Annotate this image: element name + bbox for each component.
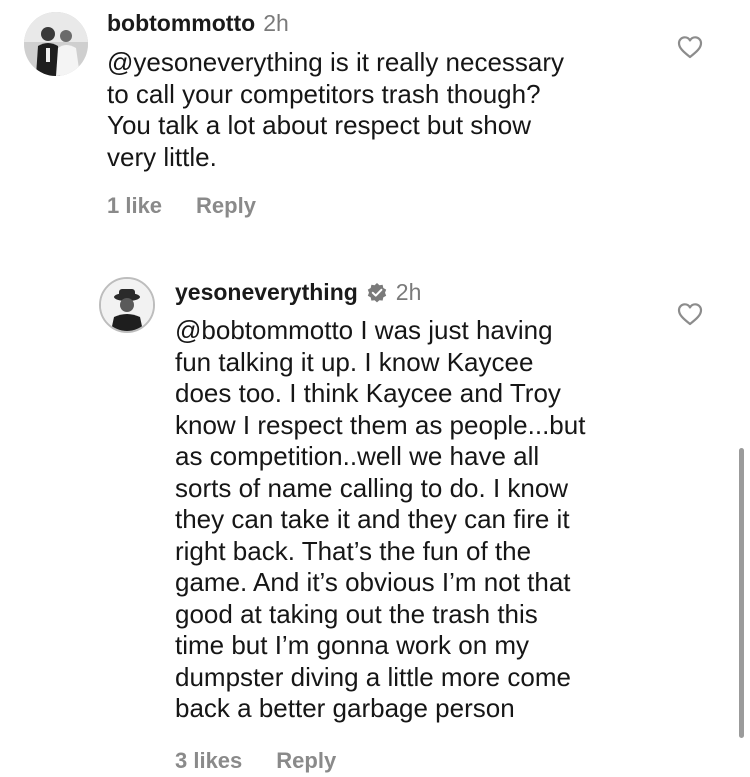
scrollbar[interactable] [739, 448, 744, 738]
comment-line: they can take it and they can fire it [175, 504, 570, 534]
comment-bobtommotto: bobtommotto 2h @yesoneverything is it re… [0, 0, 750, 230]
heart-outline-icon[interactable] [677, 302, 703, 326]
comment-line-text: is it really necessary [322, 47, 565, 77]
username[interactable]: bobtommotto [107, 10, 255, 37]
comment-line: fun talking it up. I know Kaycee [175, 346, 534, 377]
avatar[interactable] [99, 277, 155, 333]
timestamp: 2h [263, 10, 289, 36]
comment-line: does too. I think Kaycee and Troy [175, 378, 561, 408]
likes-count[interactable]: 3 likes [175, 748, 242, 774]
comment-line: back a better garbage person [175, 693, 515, 723]
comment-line: dumpster diving a little more come [175, 661, 571, 692]
timestamp: 2h [395, 279, 422, 305]
mention-link[interactable]: @bobtommotto [175, 315, 353, 345]
comment-text: @bobtommotto I was just having fun talki… [175, 315, 585, 725]
comment-header: yesoneverything 2h [175, 279, 421, 306]
comment-line: time but I’m gonna work on my [175, 630, 530, 660]
comment-line: @yesoneverything is it really necessary [107, 47, 564, 79]
likes-count[interactable]: 1 like [107, 193, 162, 219]
comment-line-text: I was just having [353, 315, 553, 345]
comment-line: as competition..well we have all [175, 441, 540, 471]
reply-button[interactable]: Reply [276, 748, 336, 774]
comment-line: good at taking out the trash this [175, 598, 538, 629]
comment-line: know I respect them as people...but [175, 409, 586, 440]
avatar[interactable] [24, 12, 88, 76]
comment-line: to call your competitors trash though? [107, 78, 541, 109]
comment-header: bobtommotto 2h [107, 10, 289, 37]
comment-actions: 1 like Reply [107, 193, 256, 219]
username[interactable]: yesoneverything [175, 279, 358, 306]
comment-line: sorts of name calling to do. I know [175, 472, 569, 503]
comment-line: game. And it’s obvious I’m not that [175, 567, 571, 597]
comment-line: @bobtommotto I was just having [175, 315, 585, 347]
mention-link[interactable]: @yesoneverything [107, 47, 323, 77]
comment-actions: 3 likes Reply [175, 748, 336, 774]
comment-text: @yesoneverything is it really necessary … [107, 47, 564, 173]
comment-line: You talk a lot about respect but show [107, 110, 531, 140]
comment-line: right back. That’s the fun of the [175, 535, 532, 566]
heart-outline-icon[interactable] [677, 35, 703, 59]
reply-button[interactable]: Reply [196, 193, 256, 219]
comment-yesoneverything: yesoneverything 2h @bobtommotto I was ju… [0, 262, 750, 777]
comment-line: very little. [107, 141, 217, 172]
verified-badge-icon [366, 282, 388, 304]
